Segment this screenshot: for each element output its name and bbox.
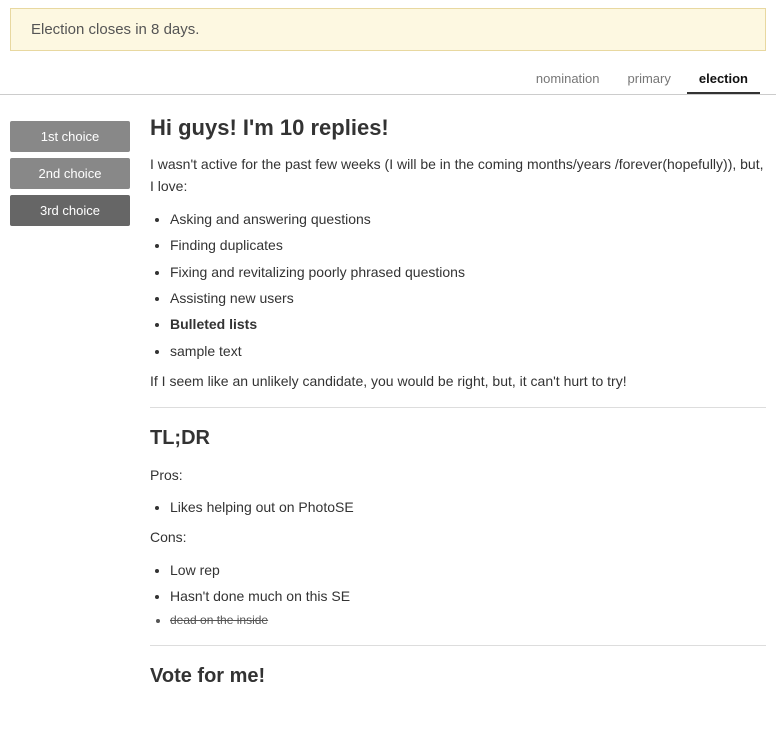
choice-1-button[interactable]: 1st choice bbox=[10, 121, 130, 152]
main-content: 1st choice 2nd choice 3rd choice Hi guys… bbox=[0, 105, 776, 702]
pros-list: Likes helping out on PhotoSE bbox=[170, 496, 766, 518]
nav-tabs: nomination primary election bbox=[0, 59, 776, 95]
cons-list: Low rep Hasn't done much on this SE dead… bbox=[170, 559, 766, 631]
post-divider bbox=[150, 407, 766, 408]
list-item: Finding duplicates bbox=[170, 234, 766, 256]
list-item: Assisting new users bbox=[170, 287, 766, 309]
tab-election[interactable]: election bbox=[687, 65, 760, 94]
list-item: sample text bbox=[170, 340, 766, 362]
list-item: Fixing and revitalizing poorly phrased q… bbox=[170, 261, 766, 283]
choice-2-button[interactable]: 2nd choice bbox=[10, 158, 130, 189]
post-divider-2 bbox=[150, 645, 766, 646]
list-item-bold: Bulleted lists bbox=[170, 313, 766, 335]
list-item: Likes helping out on PhotoSE bbox=[170, 496, 766, 518]
pros-label: Pros: bbox=[150, 464, 766, 486]
loves-list: Asking and answering questions Finding d… bbox=[170, 208, 766, 362]
tab-nomination[interactable]: nomination bbox=[524, 65, 612, 94]
choice-3-button[interactable]: 3rd choice bbox=[10, 195, 130, 226]
post-body: I wasn't active for the past few weeks (… bbox=[150, 153, 766, 692]
sidebar: 1st choice 2nd choice 3rd choice bbox=[10, 115, 130, 692]
post-closing: If I seem like an unlikely candidate, yo… bbox=[150, 370, 766, 392]
list-item: Asking and answering questions bbox=[170, 208, 766, 230]
tab-primary[interactable]: primary bbox=[616, 65, 683, 94]
post-intro: I wasn't active for the past few weeks (… bbox=[150, 153, 766, 198]
post-content: Hi guys! I'm 10 replies! I wasn't active… bbox=[130, 115, 766, 692]
cons-label: Cons: bbox=[150, 526, 766, 548]
list-item: Low rep bbox=[170, 559, 766, 581]
list-item: Hasn't done much on this SE bbox=[170, 585, 766, 607]
vote-title: Vote for me! bbox=[150, 660, 766, 692]
list-item-strikethrough: dead on the inside bbox=[170, 611, 766, 630]
post-title: Hi guys! I'm 10 replies! bbox=[150, 115, 766, 141]
banner-text: Election closes in 8 days. bbox=[31, 21, 199, 38]
tldr-title: TL;DR bbox=[150, 422, 766, 454]
election-banner: Election closes in 8 days. bbox=[10, 8, 766, 51]
